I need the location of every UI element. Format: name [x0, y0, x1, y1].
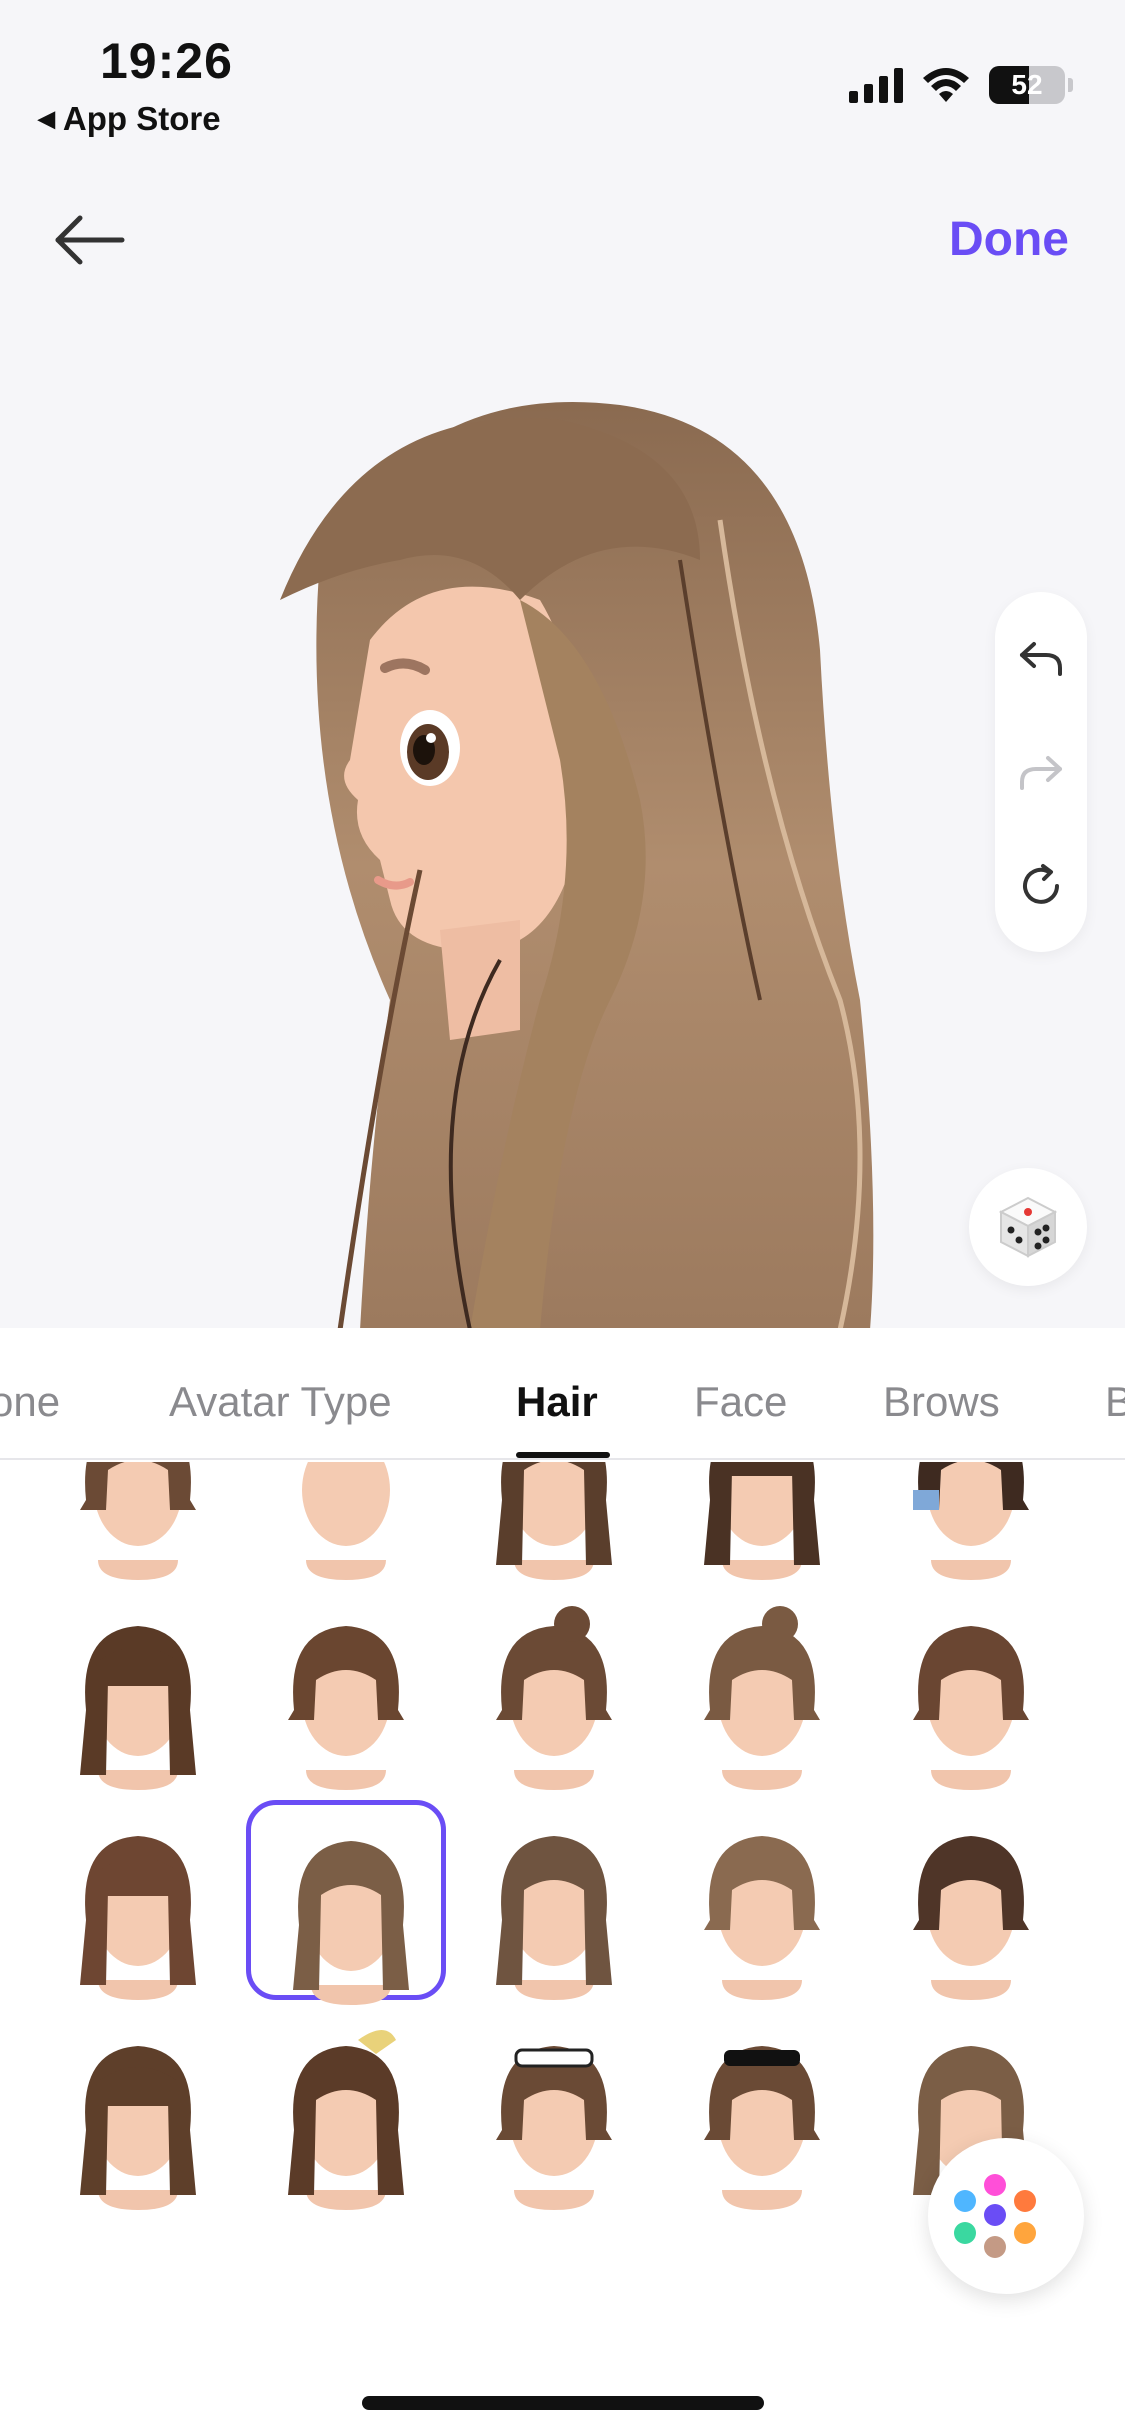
battery-icon: 52 [989, 66, 1073, 104]
hair-style-option[interactable] [871, 1590, 1071, 1790]
battery-level: 52 [1011, 69, 1043, 100]
reset-icon [1023, 864, 1059, 904]
hair-style-option[interactable] [454, 1462, 654, 1580]
hair-style-option[interactable] [38, 1800, 238, 2000]
hair-style-option[interactable] [662, 1800, 862, 2000]
redo-button[interactable] [995, 726, 1087, 818]
avatar-figure [280, 401, 874, 1330]
back-triangle-icon: ◀ [38, 106, 55, 131]
back-app-label: App Store [62, 100, 221, 137]
wifi-icon [923, 68, 969, 102]
undo-button[interactable] [995, 612, 1087, 704]
hair-style-option[interactable] [246, 2010, 446, 2210]
hair-style-option[interactable] [662, 1590, 862, 1790]
hair-style-option[interactable] [454, 1800, 654, 2000]
tab-brows[interactable]: Brows [883, 1378, 1000, 1426]
hair-style-option[interactable] [246, 1462, 446, 1580]
hair-style-option[interactable] [454, 2010, 654, 2210]
status-bar: 19:26 ◀ App Store 52 [0, 0, 1125, 150]
hair-style-option[interactable] [454, 1590, 654, 1790]
reset-button[interactable] [995, 840, 1087, 932]
back-to-app-store[interactable]: ◀ App Store [38, 100, 221, 138]
tab-face[interactable]: Face [694, 1378, 787, 1426]
hair-style-option[interactable] [662, 1462, 862, 1580]
tab-next[interactable]: B [1105, 1378, 1125, 1426]
arrow-left-icon[interactable] [50, 205, 130, 275]
dice-icon [998, 1196, 1058, 1258]
edit-history-toolbar [995, 592, 1087, 952]
avatar-preview[interactable] [0, 330, 1125, 1330]
undo-icon [1020, 642, 1062, 676]
active-tab-indicator [516, 1452, 610, 1458]
randomize-button[interactable] [969, 1168, 1087, 1286]
tab-hair[interactable]: Hair [516, 1378, 598, 1426]
home-indicator[interactable] [362, 2396, 764, 2410]
category-tabs: one Avatar Type Hair Face Brows B [0, 1328, 1125, 1460]
hair-style-option[interactable] [38, 1590, 238, 1790]
hair-style-option[interactable] [38, 2010, 238, 2210]
done-button[interactable]: Done [949, 212, 1069, 267]
hair-style-option[interactable] [246, 1800, 447, 2005]
hair-style-option[interactable] [246, 1590, 446, 1790]
cellular-signal-icon [849, 67, 903, 103]
hair-style-option[interactable] [871, 1800, 1071, 2000]
hair-style-option[interactable] [38, 1462, 238, 1580]
redo-icon [1020, 756, 1062, 790]
system-icons: 52 [849, 66, 1073, 104]
tab-avatar-type[interactable]: Avatar Type [169, 1378, 392, 1426]
hair-style-option[interactable] [871, 1462, 1071, 1580]
tab-tone[interactable]: one [0, 1378, 60, 1426]
hair-style-option[interactable] [662, 2010, 862, 2210]
status-time: 19:26 [100, 33, 233, 89]
color-palette-button[interactable] [928, 2138, 1084, 2294]
